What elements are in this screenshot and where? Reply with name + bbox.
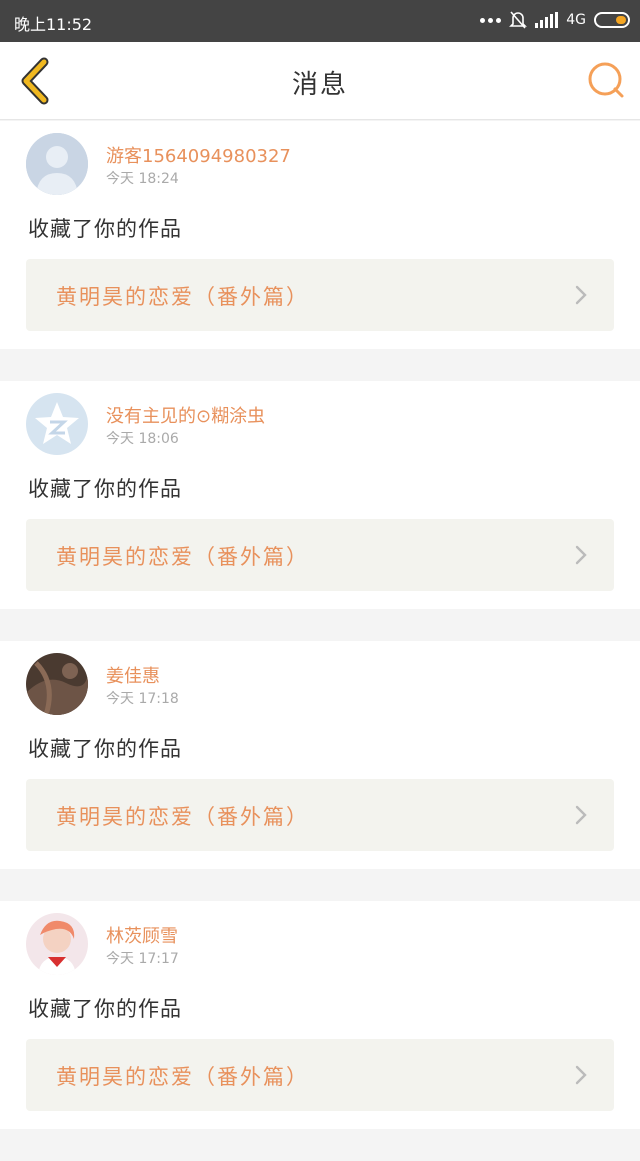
- work-link[interactable]: 黄明昊的恋爱（番外篇）: [26, 519, 614, 591]
- work-link[interactable]: 黄明昊的恋爱（番外篇）: [26, 1039, 614, 1111]
- battery-icon: [594, 12, 630, 28]
- message-card: 没有主见的⊙糊涂虫 今天 18:06 收藏了你的作品 黄明昊的恋爱（番外篇）: [0, 381, 640, 609]
- username[interactable]: 林茨顾雪: [106, 922, 178, 948]
- top-bar: 消息: [0, 42, 640, 120]
- more-dots-icon: [480, 17, 502, 23]
- qzone-star-avatar-icon[interactable]: [26, 393, 88, 455]
- photo-avatar-icon[interactable]: [26, 913, 88, 975]
- mute-bell-icon: [509, 11, 528, 29]
- username[interactable]: 姜佳惠: [106, 662, 160, 688]
- username[interactable]: 没有主见的⊙糊涂虫: [106, 402, 265, 428]
- default-person-avatar-icon[interactable]: [26, 133, 88, 195]
- work-title: 黄明昊的恋爱（番外篇）: [56, 545, 309, 569]
- signal-icon: [535, 12, 559, 28]
- action-text: 收藏了你的作品: [28, 217, 182, 241]
- action-text: 收藏了你的作品: [28, 997, 182, 1021]
- action-text: 收藏了你的作品: [28, 737, 182, 761]
- network-type: 4G: [566, 12, 586, 28]
- work-title: 黄明昊的恋爱（番外篇）: [56, 285, 309, 309]
- work-title: 黄明昊的恋爱（番外篇）: [56, 1065, 309, 1089]
- status-time: 晚上11:52: [14, 15, 93, 34]
- chevron-right-icon: [575, 805, 587, 825]
- message-card: 姜佳惠 今天 17:18 收藏了你的作品 黄明昊的恋爱（番外篇）: [0, 641, 640, 869]
- message-card: 林茨顾雪 今天 17:17 收藏了你的作品 黄明昊的恋爱（番外篇）: [0, 901, 640, 1129]
- message-time: 今天 17:18: [106, 691, 179, 707]
- search-icon[interactable]: [586, 60, 626, 100]
- chevron-right-icon: [575, 545, 587, 565]
- chevron-right-icon: [575, 1065, 587, 1085]
- message-time: 今天 17:17: [106, 951, 179, 967]
- photo-avatar-icon[interactable]: [26, 653, 88, 715]
- status-icons: 4G: [480, 10, 630, 30]
- message-time: 今天 18:06: [106, 431, 179, 447]
- message-card: 游客1564094980327 今天 18:24 收藏了你的作品 黄明昊的恋爱（…: [0, 121, 640, 349]
- message-time: 今天 18:24: [106, 171, 179, 187]
- message-list: 游客1564094980327 今天 18:24 收藏了你的作品 黄明昊的恋爱（…: [0, 121, 640, 1161]
- chevron-right-icon: [575, 285, 587, 305]
- action-text: 收藏了你的作品: [28, 477, 182, 501]
- username[interactable]: 游客1564094980327: [106, 142, 291, 168]
- page-title: 消息: [291, 70, 348, 100]
- work-link[interactable]: 黄明昊的恋爱（番外篇）: [26, 259, 614, 331]
- work-link[interactable]: 黄明昊的恋爱（番外篇）: [26, 779, 614, 851]
- status-bar: 晚上11:52 4G: [0, 0, 640, 42]
- work-title: 黄明昊的恋爱（番外篇）: [56, 805, 309, 829]
